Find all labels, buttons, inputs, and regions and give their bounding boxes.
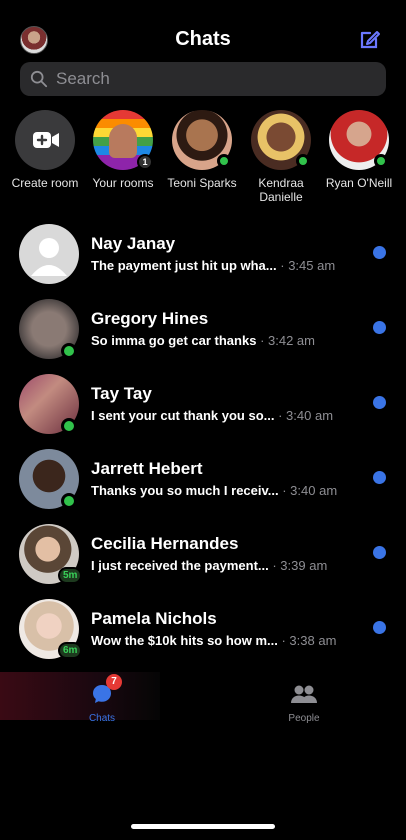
contact-name: Pamela Nichols — [91, 609, 217, 628]
chat-row-gregory-hines[interactable]: Gregory Hines So imma go get car thanks … — [0, 297, 406, 372]
tab-people[interactable]: People — [264, 676, 344, 724]
compose-icon[interactable] — [358, 27, 382, 51]
unread-dot — [373, 471, 386, 484]
message-preview: Thanks you so much I receiv... · 3:40 am — [91, 483, 338, 498]
contact-name: Gregory Hines — [91, 309, 209, 328]
online-indicator — [61, 418, 77, 434]
chat-row-jarrett-hebert[interactable]: Jarrett Hebert Thanks you so much I rece… — [0, 447, 406, 522]
online-indicator — [217, 154, 231, 168]
create-room-button[interactable]: Create room — [7, 110, 83, 190]
message-time: · 3:45 am — [280, 258, 336, 273]
rooms-count-badge: 1 — [137, 154, 153, 170]
home-indicator[interactable] — [131, 824, 275, 829]
avatar — [329, 110, 389, 170]
online-indicator — [61, 343, 77, 359]
unread-dot — [373, 246, 386, 259]
search-icon — [30, 70, 48, 88]
online-indicator — [61, 493, 77, 509]
contact-name: Nay Janay — [91, 234, 176, 253]
unread-dot — [373, 546, 386, 559]
unread-dot — [373, 621, 386, 634]
chat-row-nay-janay[interactable]: Nay Janay The payment just hit up wha...… — [0, 222, 406, 297]
message-time: · 3:40 am — [278, 408, 334, 423]
story-label: Kendraa Danielle — [258, 176, 304, 204]
tab-label: Chats — [88, 713, 116, 724]
stories-row: Create room 1 Your rooms Teoni Sparks Ke… — [0, 110, 406, 210]
online-indicator — [296, 154, 310, 168]
video-camera-icon — [15, 110, 75, 170]
story-your-rooms[interactable]: 1 Your rooms — [85, 110, 161, 190]
tab-bar: 7 Chats People — [0, 672, 406, 724]
avatar — [172, 110, 232, 170]
chat-row-cecilia-hernandes[interactable]: 5m Cecilia Hernandes I just received the… — [0, 522, 406, 597]
unread-count-badge: 7 — [106, 674, 122, 690]
avatar: 1 — [93, 110, 153, 170]
tab-chats[interactable]: 7 Chats — [62, 674, 142, 724]
avatar — [251, 110, 311, 170]
page-title: Chats — [175, 28, 231, 50]
active-time-badge: 5m — [58, 567, 83, 584]
story-label: Ryan O'Neill — [325, 176, 393, 190]
message-preview: I just received the payment... · 3:39 am — [91, 558, 328, 573]
message-preview: I sent your cut thank you so... · 3:40 a… — [91, 408, 334, 423]
contact-name: Cecilia Hernandes — [91, 534, 239, 553]
search-input[interactable]: Search — [20, 62, 386, 96]
message-time: · 3:39 am — [272, 558, 328, 573]
story-label: Create room — [11, 176, 79, 190]
chat-row-tay-tay[interactable]: Tay Tay I sent your cut thank you so... … — [0, 372, 406, 447]
header: Chats — [0, 22, 406, 58]
people-icon — [291, 685, 317, 703]
message-time: · 3:38 am — [281, 633, 337, 648]
story-label: Your rooms — [92, 176, 154, 190]
message-time: · 3:40 am — [282, 483, 338, 498]
story-teoni-sparks[interactable]: Teoni Sparks — [164, 110, 240, 190]
story-label: Teoni Sparks — [167, 176, 237, 190]
contact-name: Tay Tay — [91, 384, 152, 403]
message-time: · 3:42 am — [260, 333, 315, 348]
active-time-badge: 6m — [58, 642, 83, 659]
story-kendraa-danielle[interactable]: Kendraa Danielle — [243, 110, 319, 204]
message-preview: So imma go get car thanks · 3:42 am — [91, 333, 315, 348]
avatar — [19, 224, 79, 284]
online-indicator — [374, 154, 388, 168]
tab-label: People — [288, 713, 320, 724]
message-preview: The payment just hit up wha... · 3:45 am — [91, 258, 336, 273]
unread-dot — [373, 396, 386, 409]
unread-dot — [373, 321, 386, 334]
search-placeholder: Search — [56, 69, 110, 88]
chat-row-pamela-nichols[interactable]: 6m Pamela Nichols Wow the $10k hits so h… — [0, 597, 406, 672]
story-ryan-oneill[interactable]: Ryan O'Neill — [321, 110, 397, 190]
contact-name: Jarrett Hebert — [91, 459, 203, 478]
message-preview: Wow the $10k hits so how m... · 3:38 am — [91, 633, 337, 648]
